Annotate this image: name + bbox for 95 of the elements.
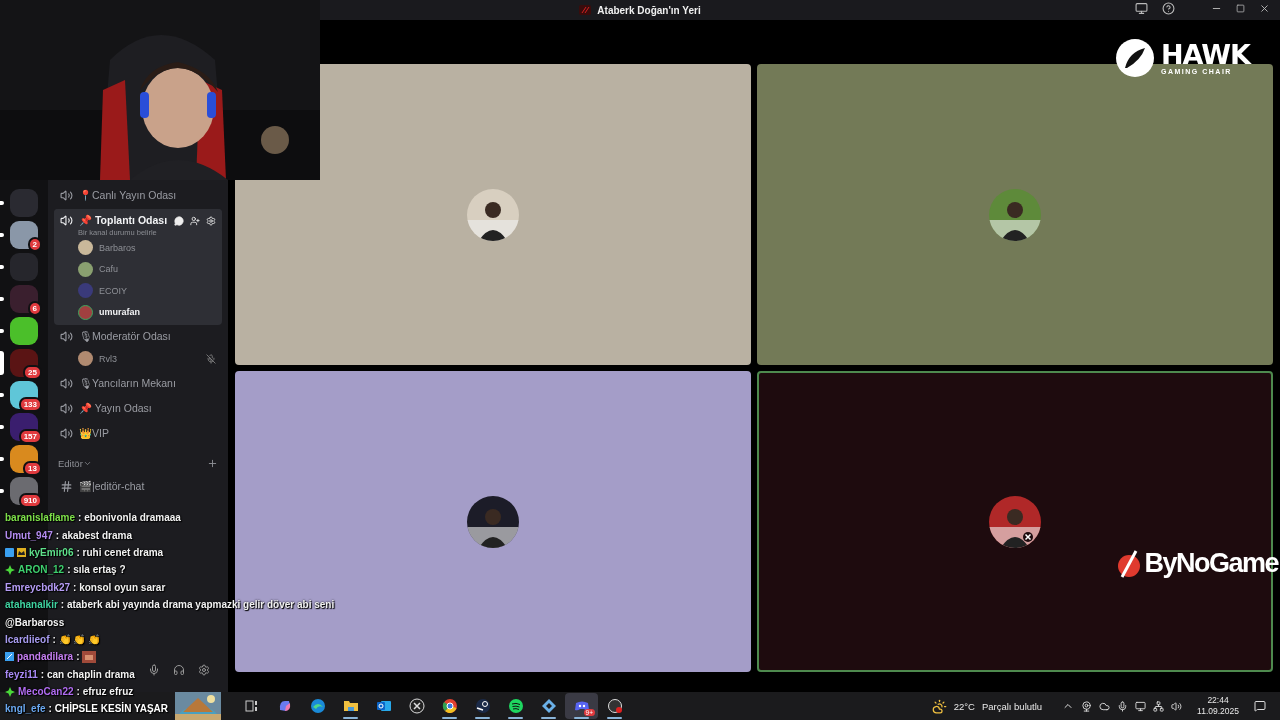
mention-badge: 133 <box>18 397 42 412</box>
feather-logo-icon <box>1115 38 1155 78</box>
weather-condition[interactable]: Parçalı bulutlu <box>981 700 1043 712</box>
logo-text: ByNoGame <box>1144 548 1278 579</box>
pen-logo-icon <box>1116 548 1143 579</box>
chat-username: kyEmir06 <box>29 546 74 558</box>
chat-username: Umut_947 <box>5 529 53 541</box>
record-icon <box>606 698 623 714</box>
folder-icon <box>342 698 359 714</box>
help-icon[interactable] <box>1162 2 1175 15</box>
ring-icon <box>441 698 458 714</box>
mail-icon <box>375 698 392 714</box>
member-name[interactable]: Barbaros <box>99 242 216 253</box>
clock-date[interactable]: 11.09.2025 <box>1197 706 1239 717</box>
chat-username: baranislaflame <box>5 512 76 524</box>
add-channel-icon[interactable] <box>207 458 218 469</box>
close-icon[interactable] <box>1259 3 1270 14</box>
volume-icon[interactable] <box>1171 700 1183 712</box>
chat-message: : sıla ertaş ? <box>67 564 126 576</box>
mention-badge: 910 <box>18 493 42 508</box>
chat-username: MecoCan22 <box>18 686 74 698</box>
task-view-icon <box>243 698 260 714</box>
channel-item[interactable]: 👑VIP <box>54 421 222 445</box>
speaker-icon <box>60 376 73 390</box>
mention-badge: 13 <box>23 461 42 476</box>
chat-message: : konsol oyun sarar <box>73 581 166 593</box>
channel-item[interactable]: 📍Canlı Yayın Odası <box>54 184 222 207</box>
weather-icon[interactable] <box>931 698 947 714</box>
chat-username: feyzi11 <box>5 668 38 680</box>
headphones-icon[interactable] <box>173 664 185 676</box>
logo-text: HAWK <box>1161 41 1250 68</box>
chat-message: @Barbaross <box>5 616 65 628</box>
server-icon[interactable] <box>10 285 38 313</box>
cloud-icon[interactable] <box>1099 700 1111 712</box>
chat-username: ARON_12 <box>18 564 65 576</box>
arrow-badge-icon <box>5 652 14 662</box>
network-icon[interactable] <box>1153 700 1165 712</box>
hash-icon <box>60 479 73 493</box>
steam-icon <box>474 698 491 714</box>
channel-item[interactable]: 📌 Yayın Odası <box>54 396 222 420</box>
settings-icon[interactable] <box>198 664 210 676</box>
video-tile[interactable] <box>235 64 751 365</box>
video-tile[interactable] <box>757 64 1273 365</box>
display-icon[interactable] <box>1135 700 1147 712</box>
channel-item[interactable]: 🎙Yancıların Mekanı <box>54 371 222 395</box>
server-icon[interactable] <box>10 221 38 249</box>
diamond-icon <box>540 698 557 714</box>
maximize-icon[interactable] <box>1236 4 1245 13</box>
crown-icon <box>17 547 26 557</box>
arrows-circle-icon <box>408 698 425 714</box>
speaker-icon <box>60 426 73 440</box>
microphone-icon[interactable] <box>148 664 160 676</box>
server-logo-icon <box>579 5 592 15</box>
mention-badge: 25 <box>23 365 42 380</box>
screen-share-icon[interactable] <box>1135 2 1148 15</box>
chat-username: pandadilara <box>17 651 74 663</box>
chat-message: : efruz efruz <box>76 686 134 698</box>
chat-username: Emreycbdk27 <box>5 581 71 593</box>
chat-message: : can chaplin drama <box>40 668 135 680</box>
chat-message: : akabest drama <box>55 529 132 541</box>
chat-message: : 👏 👏 👏 <box>52 633 101 645</box>
member-name[interactable]: Rvl3 <box>99 353 200 364</box>
camera-icon[interactable] <box>1081 700 1093 712</box>
invite-icon[interactable] <box>190 215 200 226</box>
wave-circle-icon <box>309 698 326 714</box>
mention-badge: 157 <box>18 429 42 444</box>
speaker-icon <box>60 401 73 415</box>
member-name[interactable]: ECOIY <box>99 285 216 296</box>
member-name[interactable]: umurafan <box>99 307 216 318</box>
notifications-icon[interactable] <box>1254 700 1266 712</box>
sparkle-icon <box>5 686 15 697</box>
chat-username: atahanalkir <box>5 599 58 611</box>
cube-icon <box>5 547 14 557</box>
server-icon[interactable] <box>10 317 38 345</box>
speaker-icon <box>60 214 73 227</box>
sound-waves-icon <box>507 698 524 714</box>
chat-username: kngl_efe <box>5 703 46 715</box>
window-title: Ataberk Doğan'ın Yeri <box>597 4 701 16</box>
channel-item[interactable]: 🎙Moderatör Odası <box>54 325 222 348</box>
speaker-icon <box>60 189 73 202</box>
channel-item[interactable]: 🎬|editör-chat <box>54 474 222 498</box>
sparkle-icon <box>5 564 15 575</box>
chat-icon[interactable] <box>174 215 184 226</box>
category-label[interactable]: Editör <box>58 458 83 469</box>
chat-message: : <box>76 651 80 663</box>
chat-message: : ebonivonla dramaaa <box>78 512 181 524</box>
chat-message: : ruhi cenet drama <box>76 546 164 558</box>
chat-username: Icardiieof <box>5 633 50 645</box>
clock-time[interactable]: 22:44 <box>1207 695 1229 706</box>
chevron-icon <box>82 459 92 468</box>
speaker-icon <box>60 330 73 343</box>
temperature[interactable]: 22°C <box>953 700 975 712</box>
microphone-icon[interactable] <box>1117 700 1129 712</box>
chat-message: : CHİPSLE KESİN YAŞAR <box>48 703 169 715</box>
member-name[interactable]: Cafu <box>99 264 216 275</box>
